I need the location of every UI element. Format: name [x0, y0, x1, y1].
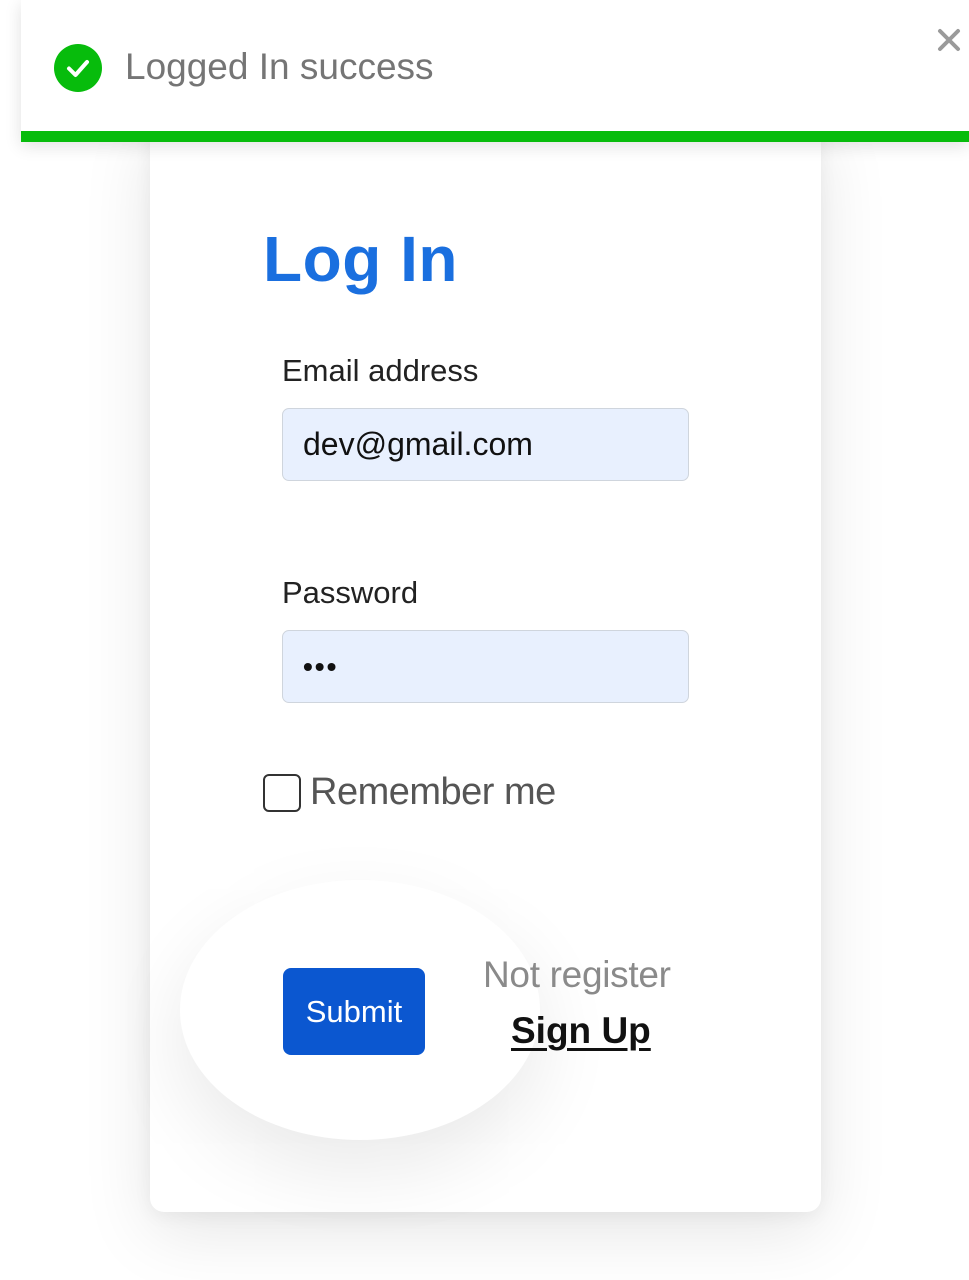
close-icon[interactable]: [931, 22, 967, 58]
signup-link[interactable]: Sign Up: [511, 1010, 651, 1052]
email-value: dev@gmail.com: [303, 426, 533, 462]
not-register-text: Not register: [483, 954, 671, 995]
remember-label: Remember me: [310, 771, 556, 813]
password-value: •••: [303, 650, 339, 682]
submit-button[interactable]: Submit: [283, 968, 425, 1055]
check-circle-icon: [54, 44, 102, 92]
remember-me[interactable]: Remember me: [263, 771, 556, 814]
remember-checkbox[interactable]: [263, 773, 301, 812]
toast-message: Logged In success: [125, 46, 434, 87]
password-label: Password: [282, 575, 419, 610]
email-field[interactable]: dev@gmail.com: [282, 408, 689, 481]
page-title: Log In: [263, 223, 458, 295]
password-field[interactable]: •••: [282, 630, 689, 703]
toast-progress-bar: [21, 131, 969, 142]
email-label: Email address: [282, 353, 479, 388]
success-toast[interactable]: Logged In success: [21, 0, 969, 142]
